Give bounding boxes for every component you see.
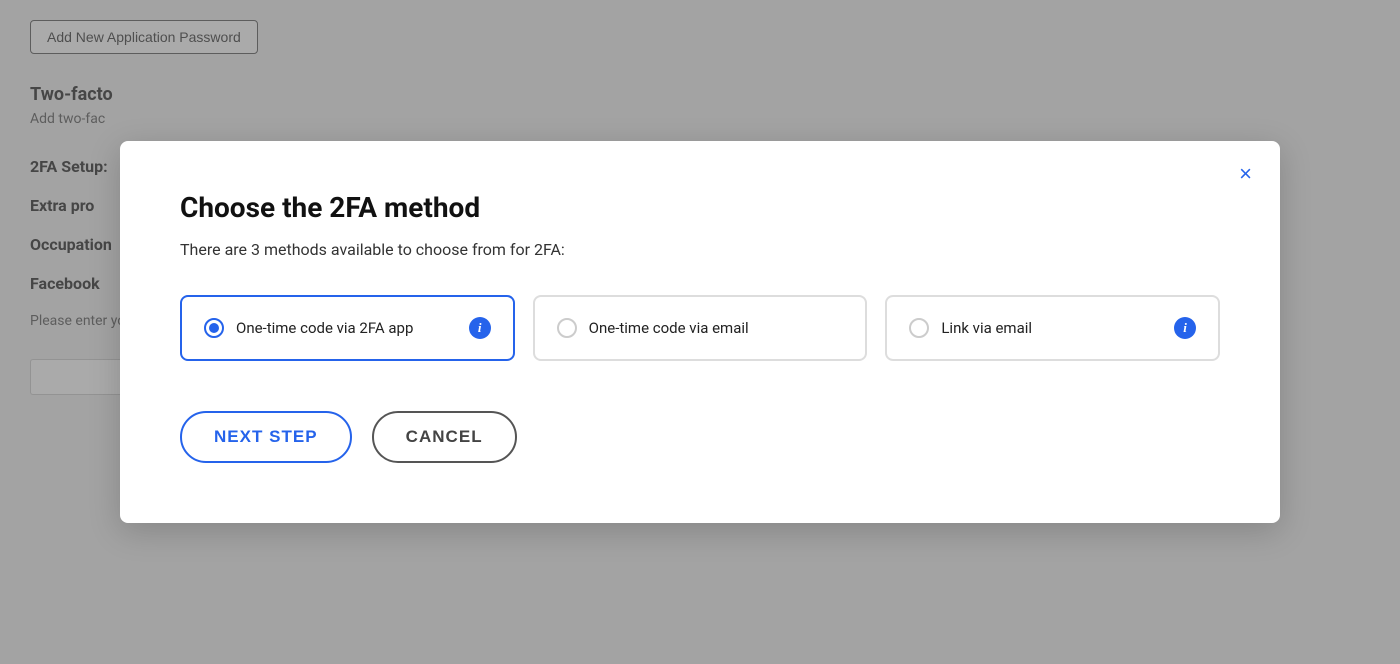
modal-overlay: × Choose the 2FA method There are 3 meth… — [0, 0, 1400, 664]
radio-email-code — [557, 318, 577, 338]
modal-title: Choose the 2FA method — [180, 191, 1220, 224]
method-label-app: One-time code via 2FA app — [236, 319, 457, 337]
method-options: One-time code via 2FA app i One-time cod… — [180, 295, 1220, 361]
radio-email-link — [909, 318, 929, 338]
method-label-email-link: Link via email — [941, 319, 1162, 337]
twofa-method-modal: × Choose the 2FA method There are 3 meth… — [120, 141, 1280, 523]
next-step-button[interactable]: NEXT STEP — [180, 411, 352, 463]
method-label-email-code: One-time code via email — [589, 319, 844, 337]
close-button[interactable]: × — [1235, 159, 1256, 189]
method-card-email-code[interactable]: One-time code via email — [533, 295, 868, 361]
radio-app — [204, 318, 224, 338]
cancel-button[interactable]: CANCEL — [372, 411, 517, 463]
info-badge-email-link[interactable]: i — [1174, 317, 1196, 339]
info-badge-app[interactable]: i — [469, 317, 491, 339]
method-card-app[interactable]: One-time code via 2FA app i — [180, 295, 515, 361]
modal-subtitle: There are 3 methods available to choose … — [180, 240, 1220, 259]
method-card-email-link[interactable]: Link via email i — [885, 295, 1220, 361]
modal-actions: NEXT STEP CANCEL — [180, 411, 1220, 463]
